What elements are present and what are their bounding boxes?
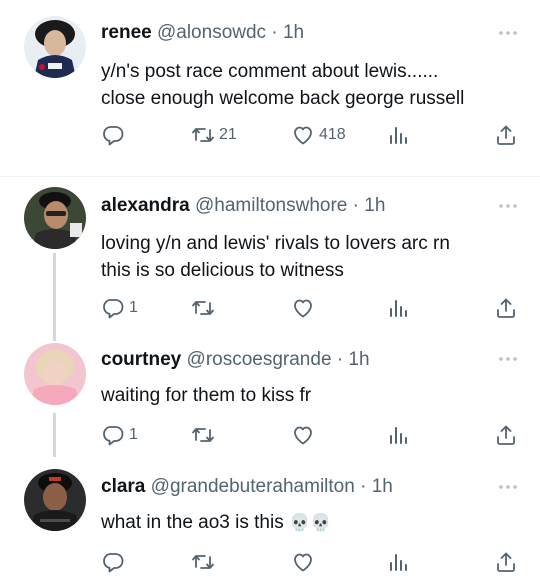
reply-count: 1 <box>129 299 138 316</box>
share-icon <box>494 123 518 147</box>
views-icon <box>386 550 410 574</box>
tweet-text: what in the ao3 is this 💀💀 <box>101 509 331 536</box>
thread-line <box>53 413 56 457</box>
tweet-text: loving y/n and lewis' rivals to lovers a… <box>101 230 450 284</box>
timestamp[interactable]: 1h <box>283 22 304 43</box>
display-name[interactable]: alexandra <box>101 195 190 216</box>
timestamp[interactable]: 1h <box>348 349 369 370</box>
share-icon <box>494 423 518 447</box>
tweet-text-line: waiting for them to kiss fr <box>101 385 312 406</box>
tweet-text-line: loving y/n and lewis' rivals to lovers a… <box>101 233 450 254</box>
views-button[interactable] <box>386 549 410 575</box>
display-name[interactable]: courtney <box>101 349 181 370</box>
views-icon <box>386 123 410 147</box>
retweet-button[interactable] <box>191 295 219 321</box>
tweet-text-line: close enough welcome back george russell <box>101 88 465 109</box>
reply-icon <box>101 423 125 447</box>
reply-count: 1 <box>129 426 138 443</box>
heart-icon <box>291 423 315 447</box>
views-icon <box>386 423 410 447</box>
reply-button[interactable] <box>101 549 129 575</box>
separator-dot: · <box>360 476 367 497</box>
thread-line <box>53 329 56 341</box>
like-button[interactable] <box>291 295 319 321</box>
share-icon <box>494 296 518 320</box>
reply-icon <box>101 123 125 147</box>
more-options-icon[interactable] <box>498 30 518 36</box>
retweet-button[interactable] <box>191 549 219 575</box>
share-button[interactable] <box>494 422 518 448</box>
views-button[interactable] <box>386 122 410 148</box>
tweet-header: renee @alonsowdc · 1h <box>101 22 304 44</box>
reply-button[interactable]: 1 <box>101 422 138 448</box>
reply-button[interactable]: 1 <box>101 295 138 321</box>
avatar[interactable] <box>24 469 86 531</box>
like-button[interactable] <box>291 549 319 575</box>
tweet-text-line: what in the ao3 is this <box>101 512 284 533</box>
reply-icon <box>101 550 125 574</box>
separator-dot: · <box>352 195 359 216</box>
tweet-text-line: this is so delicious to witness <box>101 260 344 281</box>
tweet-2[interactable]: alexandra @hamiltonswhore · 1h loving y/… <box>0 177 540 329</box>
tweet-header: courtney @roscoesgrande · 1h <box>101 349 370 371</box>
reply-button[interactable] <box>101 122 129 148</box>
retweet-icon <box>191 550 215 574</box>
views-icon <box>386 296 410 320</box>
action-bar: 1 <box>101 422 521 448</box>
retweet-icon <box>191 423 215 447</box>
retweet-button[interactable] <box>191 422 219 448</box>
tweet-text-line: y/n's post race comment about lewis.....… <box>101 61 439 82</box>
thread-line <box>53 253 56 329</box>
tweet-text: y/n's post race comment about lewis.....… <box>101 58 464 112</box>
heart-icon <box>291 550 315 574</box>
more-options-icon[interactable] <box>498 484 518 490</box>
tweet-1[interactable]: renee @alonsowdc · 1h y/n's post race co… <box>0 0 540 176</box>
avatar[interactable] <box>24 16 86 78</box>
tweet-4[interactable]: clara @grandebuterahamilton · 1h what in… <box>0 457 540 588</box>
separator-dot: · <box>336 349 344 370</box>
skull-emoji: 💀💀 <box>289 513 332 532</box>
action-bar: 21 418 <box>101 122 521 148</box>
timestamp[interactable]: 1h <box>364 195 385 216</box>
username[interactable]: @roscoesgrande <box>187 349 332 370</box>
heart-icon <box>291 123 315 147</box>
views-button[interactable] <box>386 422 410 448</box>
like-count: 418 <box>319 126 346 143</box>
like-button[interactable] <box>291 422 319 448</box>
username[interactable]: @grandebuterahamilton <box>151 476 355 497</box>
avatar[interactable] <box>24 343 86 405</box>
share-button[interactable] <box>494 122 518 148</box>
timestamp[interactable]: 1h <box>372 476 393 497</box>
retweet-icon <box>191 123 215 147</box>
tweet-3[interactable]: courtney @roscoesgrande · 1h waiting for… <box>0 329 540 457</box>
retweet-icon <box>191 296 215 320</box>
action-bar <box>101 549 521 575</box>
views-button[interactable] <box>386 295 410 321</box>
tweet-header: alexandra @hamiltonswhore · 1h <box>101 195 385 217</box>
tweet-text: waiting for them to kiss fr <box>101 382 311 409</box>
like-button[interactable]: 418 <box>291 122 346 148</box>
share-button[interactable] <box>494 549 518 575</box>
username[interactable]: @hamiltonswhore <box>195 195 347 216</box>
display-name[interactable]: renee <box>101 22 152 43</box>
share-icon <box>494 550 518 574</box>
retweet-count: 21 <box>219 126 237 143</box>
action-bar: 1 <box>101 295 521 321</box>
share-button[interactable] <box>494 295 518 321</box>
more-options-icon[interactable] <box>498 356 518 362</box>
separator-dot: · <box>271 22 278 43</box>
heart-icon <box>291 296 315 320</box>
avatar[interactable] <box>24 187 86 249</box>
reply-icon <box>101 296 125 320</box>
display-name[interactable]: clara <box>101 476 145 497</box>
tweet-header: clara @grandebuterahamilton · 1h <box>101 476 393 498</box>
more-options-icon[interactable] <box>498 203 518 209</box>
username[interactable]: @alonsowdc <box>157 22 266 43</box>
retweet-button[interactable]: 21 <box>191 122 237 148</box>
